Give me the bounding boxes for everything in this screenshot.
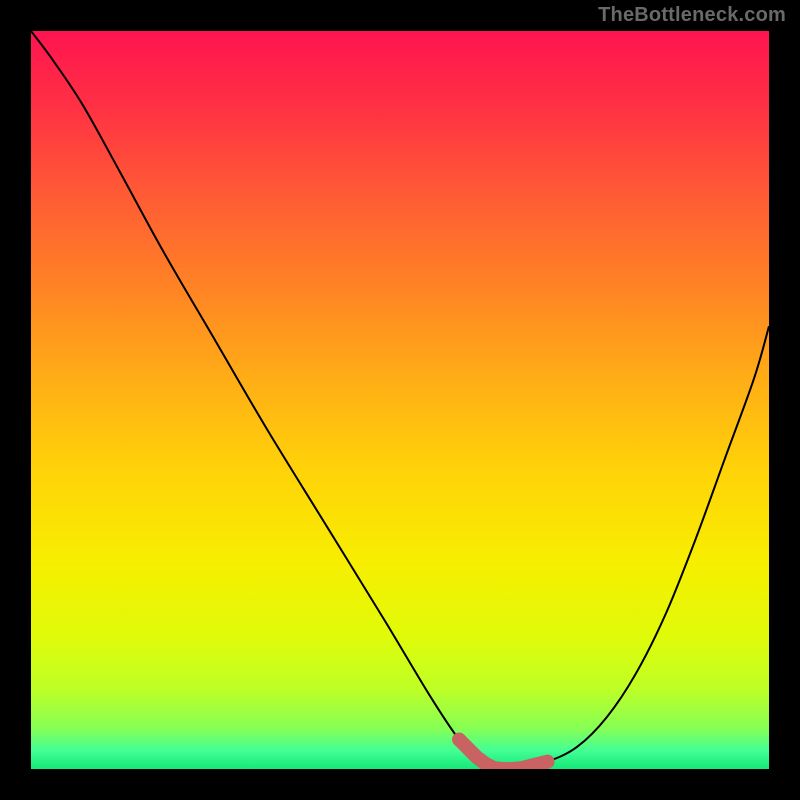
gradient-background <box>31 31 769 769</box>
chart-svg <box>31 31 769 769</box>
chart-plot-area <box>31 31 769 769</box>
attribution-label: TheBottleneck.com <box>598 4 786 27</box>
